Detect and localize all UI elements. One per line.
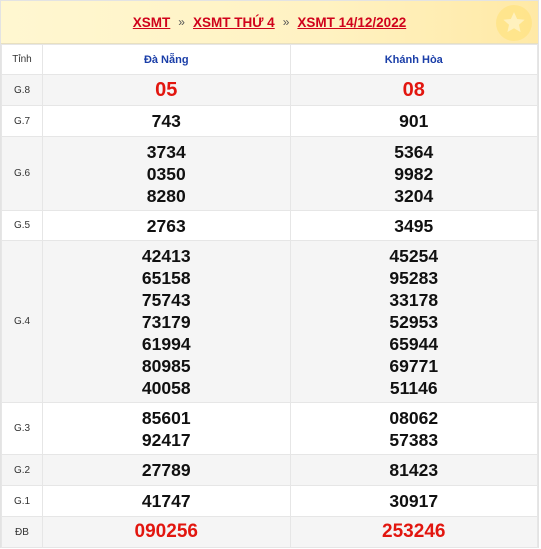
table-header-row: Tỉnh Đà Nẵng Khánh Hòa: [1, 44, 538, 75]
result-number: 41747: [141, 491, 191, 511]
result-number: 92417: [141, 429, 191, 450]
breadcrumb-separator: »: [178, 15, 185, 29]
result-cell-khanhhoa: 253246: [289, 516, 538, 548]
province-header-khanhhoa[interactable]: Khánh Hòa: [289, 44, 538, 75]
prize-label: G.5: [1, 210, 43, 241]
breadcrumb: XSMT » XSMT THỨ 4 » XSMT 14/12/2022: [1, 1, 538, 44]
prize-label: G.8: [1, 74, 43, 106]
breadcrumb-xsmt-date[interactable]: XSMT 14/12/2022: [297, 15, 406, 30]
result-number: 80985: [141, 355, 191, 376]
breadcrumb-xsmt-weekday[interactable]: XSMT THỨ 4: [193, 15, 275, 30]
result-number: 51146: [389, 377, 438, 398]
result-number: 40058: [141, 377, 191, 398]
result-number: 73179: [141, 311, 191, 332]
result-number: 5364: [394, 141, 434, 162]
result-cell-danang: 090256: [42, 516, 291, 548]
result-number: 3495: [394, 215, 434, 236]
table-row: G.5 2763 3495: [1, 210, 538, 241]
prize-label: G.2: [1, 454, 43, 486]
result-cell-khanhhoa: 81423: [289, 454, 538, 486]
result-number: 30917: [389, 491, 439, 511]
result-number: 0350: [146, 163, 186, 184]
table-row: G.8 05 08: [1, 74, 538, 106]
result-number: 3204: [394, 185, 434, 206]
result-cell-danang: 2763: [42, 210, 291, 241]
province-header-danang[interactable]: Đà Nẵng: [42, 44, 291, 75]
result-cell-danang: 743: [42, 105, 291, 137]
table-row: ĐB 090256 253246: [1, 516, 538, 548]
result-cell-danang: 41747: [42, 485, 291, 517]
result-number: 45254: [389, 245, 439, 266]
results-table: Tỉnh Đà Nẵng Khánh Hòa G.8 05 08 G.7 743 901 G…: [1, 44, 538, 548]
result-number: 253246: [382, 521, 446, 542]
result-number: 8280: [146, 185, 186, 206]
result-number: 85601: [141, 407, 191, 428]
result-number: 05: [155, 79, 178, 101]
result-cell-danang: 42413 65158 75743 73179 61994 80985 40058: [42, 240, 291, 403]
breadcrumb-xsmt[interactable]: XSMT: [133, 15, 171, 30]
prize-label: G.3: [1, 402, 43, 455]
result-number: 743: [151, 111, 181, 131]
result-cell-khanhhoa: 5364 9982 3204: [289, 136, 538, 211]
result-cell-danang: 3734 0350 8280: [42, 136, 291, 211]
table-row: G.3 85601 92417 08062 57383: [1, 402, 538, 455]
result-number: 65158: [141, 267, 191, 288]
star-icon: [496, 5, 532, 41]
table-row: G.2 27789 81423: [1, 454, 538, 486]
result-cell-khanhhoa: 08: [289, 74, 538, 106]
result-number: 33178: [389, 289, 439, 310]
result-number: 9982: [394, 163, 434, 184]
prize-label: G.7: [1, 105, 43, 137]
label-header: Tỉnh: [1, 44, 43, 75]
result-number: 81423: [389, 460, 439, 480]
prize-label: ĐB: [1, 516, 43, 548]
result-number: 57383: [389, 429, 439, 450]
result-number: 2763: [146, 215, 186, 236]
table-row: G.4 42413 65158 75743 73179 61994 80985 40058 45…: [1, 240, 538, 403]
result-cell-khanhhoa: 08062 57383: [289, 402, 538, 455]
prize-label: G.4: [1, 240, 43, 403]
table-row: G.7 743 901: [1, 105, 538, 137]
table-row: G.1 41747 30917: [1, 485, 538, 517]
prize-label: G.1: [1, 485, 43, 517]
result-number: 52953: [389, 311, 439, 332]
result-number: 95283: [389, 267, 439, 288]
result-number: 08: [402, 79, 425, 101]
result-cell-khanhhoa: 3495: [289, 210, 538, 241]
result-number: 61994: [141, 333, 191, 354]
result-number: 65944: [389, 333, 439, 354]
result-number: 42413: [141, 245, 191, 266]
result-cell-danang: 85601 92417: [42, 402, 291, 455]
result-number: 69771: [389, 355, 439, 376]
result-number: 090256: [134, 521, 198, 542]
result-cell-danang: 05: [42, 74, 291, 106]
prize-label: G.6: [1, 136, 43, 211]
result-number: 75743: [141, 289, 191, 310]
result-number: 08062: [389, 407, 439, 428]
result-cell-danang: 27789: [42, 454, 291, 486]
result-number: 27789: [141, 460, 191, 480]
results-panel: XSMT » XSMT THỨ 4 » XSMT 14/12/2022 Tỉnh…: [0, 0, 539, 548]
table-row: G.6 3734 0350 8280 5364 9982 3204: [1, 136, 538, 211]
breadcrumb-separator: »: [282, 15, 290, 29]
result-number: 901: [399, 111, 429, 131]
result-cell-khanhhoa: 30917: [289, 485, 538, 517]
result-cell-khanhhoa: 901: [289, 105, 538, 137]
result-cell-khanhhoa: 45254 95283 33178 52953 65944 69771 51146: [289, 240, 538, 403]
result-number: 3734: [146, 141, 186, 162]
